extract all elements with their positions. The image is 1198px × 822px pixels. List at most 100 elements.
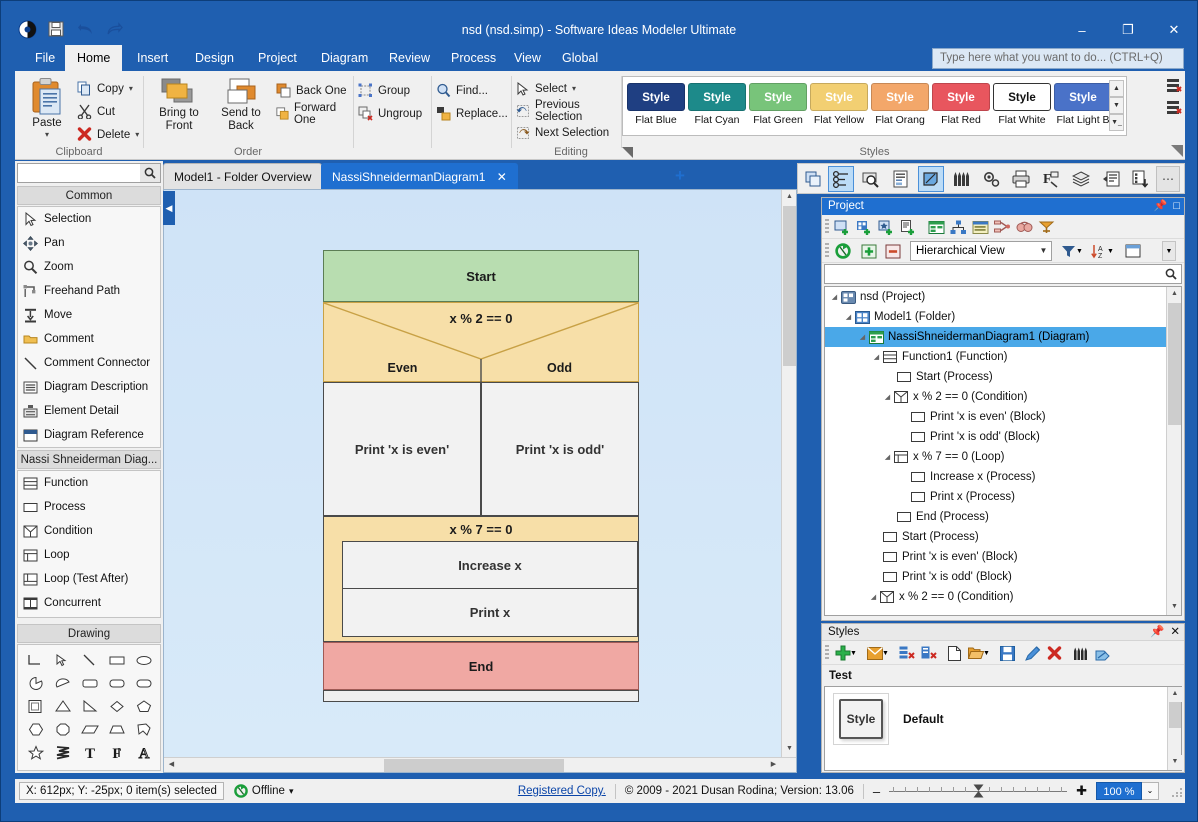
- tree-node-print-x[interactable]: Print x (Process): [825, 487, 1166, 507]
- documentation-icon[interactable]: [888, 166, 914, 192]
- tool-function[interactable]: Function: [18, 471, 160, 495]
- edit-icon[interactable]: [1022, 643, 1043, 663]
- toolbar-grip-3[interactable]: [825, 645, 829, 661]
- shape-extra-5[interactable]: [130, 764, 157, 770]
- shape-half-ellipse[interactable]: [49, 672, 76, 695]
- expander-icon[interactable]: ◢: [829, 293, 840, 301]
- shape-lightning[interactable]: [49, 741, 76, 764]
- styles-panel-pin-icon[interactable]: 📌: [1150, 624, 1164, 641]
- diagram-list-icon[interactable]: [926, 217, 947, 237]
- sort-caret-icon[interactable]: ▼: [1106, 241, 1115, 261]
- registered-copy-link[interactable]: Registered Copy.: [518, 785, 606, 797]
- project-toolbar-overflow-icon[interactable]: ▼: [1162, 241, 1176, 261]
- palette-section-nsd[interactable]: Nassi Shneiderman Diag...: [17, 450, 161, 469]
- tree-scroll-up-icon[interactable]: ▲: [1167, 287, 1181, 302]
- palette-section-drawing[interactable]: Drawing: [17, 624, 161, 643]
- shape-arrow[interactable]: [49, 649, 76, 672]
- document-tab-nassi-shneiderman[interactable]: NassiShneidermanDiagram1 ✕: [321, 163, 518, 189]
- shape-trapezoid[interactable]: [103, 718, 130, 741]
- shape-rich-text[interactable]: F: [103, 741, 130, 764]
- connection-status[interactable]: Offline ▾: [234, 784, 294, 798]
- palette-section-common[interactable]: Common: [17, 186, 161, 205]
- settings-icon[interactable]: [978, 166, 1004, 192]
- refresh-icon[interactable]: [832, 241, 853, 261]
- replace-button[interactable]: Replace...: [436, 104, 508, 123]
- toolbar-grip-2[interactable]: [825, 243, 829, 259]
- tree-node-loop[interactable]: ◢ x % 7 == 0 (Loop): [825, 447, 1166, 467]
- tree-node-condition[interactable]: ◢ x % 2 == 0 (Condition): [825, 387, 1166, 407]
- tool-comment[interactable]: Comment: [18, 327, 160, 351]
- expander-icon[interactable]: ◢: [871, 353, 882, 361]
- connection-caret-icon[interactable]: ▾: [289, 786, 294, 797]
- tree-node-folder[interactable]: ◢ Model1 (Folder): [825, 307, 1166, 327]
- copy-button[interactable]: Copy ▾: [77, 79, 133, 98]
- tree-node-block-even-2[interactable]: Print 'x is even' (Block): [825, 547, 1166, 567]
- tree-node-diagram-selected[interactable]: ◢ NassiShneidermanDiagram1 (Diagram): [825, 327, 1166, 347]
- shape-triangle[interactable]: [49, 695, 76, 718]
- project-tree[interactable]: ◢ nsd (Project) ◢ Model1 (Folder) ◢ Nass…: [824, 286, 1182, 616]
- shape-stadium[interactable]: [130, 672, 157, 695]
- tree-node-start-process-2[interactable]: Start (Process): [825, 527, 1166, 547]
- matrix-icon[interactable]: [970, 217, 991, 237]
- tree-scroll-down-icon[interactable]: ▼: [1167, 600, 1181, 615]
- remove-style-icon[interactable]: [918, 643, 939, 663]
- paint-icon[interactable]: [1092, 643, 1113, 663]
- new-document-icon[interactable]: [898, 217, 919, 237]
- nsd-tail-block[interactable]: [323, 690, 639, 702]
- expander-icon[interactable]: ◢: [882, 453, 893, 461]
- select-button[interactable]: Select ▾: [516, 79, 576, 98]
- format-icon[interactable]: F: [1038, 166, 1064, 192]
- tree-node-end-process[interactable]: End (Process): [825, 507, 1166, 527]
- style-card-flat-orange[interactable]: Style Flat Orang: [871, 83, 929, 126]
- forward-one-button[interactable]: Forward One: [276, 102, 352, 126]
- hierarchy-icon[interactable]: [948, 217, 969, 237]
- save-file-icon[interactable]: [997, 643, 1018, 663]
- tool-comment-connector[interactable]: Comment Connector: [18, 351, 160, 375]
- view-mode-select[interactable]: Hierarchical View ▼: [910, 241, 1052, 261]
- document-tab-folder-overview[interactable]: Model1 - Folder Overview: [163, 163, 323, 189]
- project-tree-scrollbar[interactable]: ▲ ▼: [1166, 287, 1181, 615]
- style-list-item-default[interactable]: Style Default: [825, 687, 1181, 751]
- tool-diagram-reference[interactable]: Diagram Reference: [18, 423, 160, 447]
- shape-extra-4[interactable]: [103, 764, 130, 770]
- windows-icon[interactable]: [800, 166, 826, 192]
- canvas-scroll-left-icon[interactable]: ◀: [164, 758, 179, 772]
- new-element-icon[interactable]: [876, 217, 897, 237]
- tree-node-block-odd[interactable]: Print 'x is odd' (Block): [825, 427, 1166, 447]
- notes-icon[interactable]: [1098, 166, 1124, 192]
- layout-icon[interactable]: [1122, 241, 1143, 261]
- ribbon-tab-project[interactable]: Project: [246, 45, 309, 71]
- filter-caret-icon[interactable]: ▼: [1075, 241, 1084, 261]
- tool-move[interactable]: Move: [18, 303, 160, 327]
- tool-selection[interactable]: Selection: [18, 207, 160, 231]
- add-tab-button[interactable]: +: [675, 166, 685, 186]
- minimize-button[interactable]: –: [1059, 15, 1105, 45]
- shape-rectangle[interactable]: [103, 649, 130, 672]
- tool-loop-test-after[interactable]: Loop (Test After): [18, 567, 160, 591]
- expander-icon[interactable]: ◢: [868, 593, 879, 601]
- canvas-scroll-right-icon[interactable]: ▶: [766, 758, 781, 772]
- project-panel-close-icon[interactable]: □: [1173, 198, 1180, 215]
- gallery-scroll-up-icon[interactable]: ▲: [1109, 80, 1124, 97]
- tool-diagram-description[interactable]: Diagram Description: [18, 375, 160, 399]
- style-card-flat-blue[interactable]: Style Flat Blue: [627, 83, 685, 126]
- tool-process[interactable]: Process: [18, 495, 160, 519]
- palette-set-icon[interactable]: [1070, 643, 1091, 663]
- nsd-end-block[interactable]: End: [323, 642, 639, 690]
- zoom-out-button[interactable]: –: [873, 784, 880, 799]
- tags-icon[interactable]: [1036, 217, 1057, 237]
- new-file-icon[interactable]: [944, 643, 965, 663]
- palette-icon[interactable]: [948, 166, 974, 192]
- shape-extra-3[interactable]: [76, 764, 103, 770]
- ribbon-tab-review[interactable]: Review: [377, 45, 442, 71]
- shape-text[interactable]: T: [76, 741, 103, 764]
- tree-node-condition-2[interactable]: ◢ x % 2 == 0 (Condition): [825, 587, 1166, 607]
- expander-icon[interactable]: ◢: [843, 313, 854, 321]
- close-button[interactable]: ✕: [1151, 15, 1197, 45]
- tree-node-function[interactable]: ◢ Function1 (Function): [825, 347, 1166, 367]
- panel-collapse-button[interactable]: ◀: [163, 191, 175, 225]
- tool-element-detail[interactable]: Element Detail: [18, 399, 160, 423]
- zoom-in-button[interactable]: ✚: [1076, 783, 1087, 799]
- open-file-caret-icon[interactable]: ▼: [982, 643, 991, 663]
- nsd-loop-block[interactable]: x % 7 == 0 Increase x Print x: [323, 516, 639, 642]
